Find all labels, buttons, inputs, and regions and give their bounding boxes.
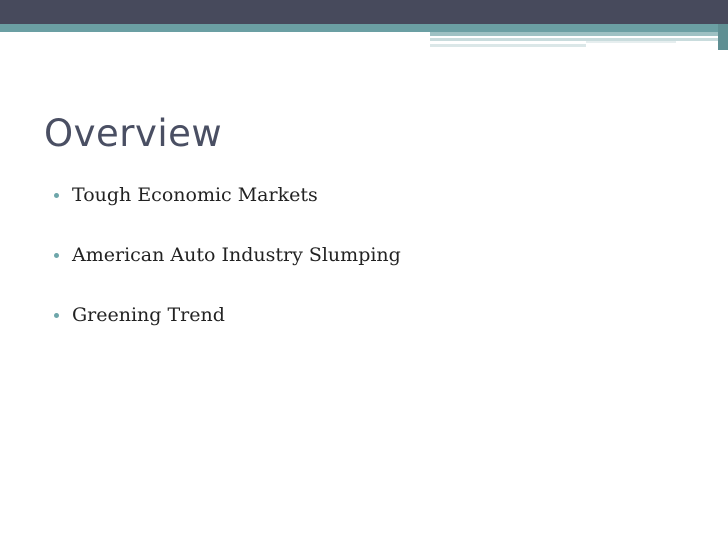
header-accent-strip [586, 41, 676, 43]
slide-title: Overview [44, 112, 223, 155]
header-accent-strip [430, 44, 586, 47]
bullet-text: Tough Economic Markets [72, 184, 318, 206]
header-teal-band [0, 24, 728, 32]
bullet-text: American Auto Industry Slumping [72, 244, 401, 266]
bullet-dot-icon [54, 313, 59, 318]
header-accent-strip [430, 38, 728, 41]
header-accent-strip [430, 32, 728, 36]
header-edge-accent [718, 24, 728, 50]
bullet-dot-icon [54, 253, 59, 258]
slide: Overview Tough Economic Markets American… [0, 0, 728, 546]
bullet-text: Greening Trend [72, 304, 225, 326]
header-dark-bar [0, 0, 728, 24]
bullet-dot-icon [54, 193, 59, 198]
